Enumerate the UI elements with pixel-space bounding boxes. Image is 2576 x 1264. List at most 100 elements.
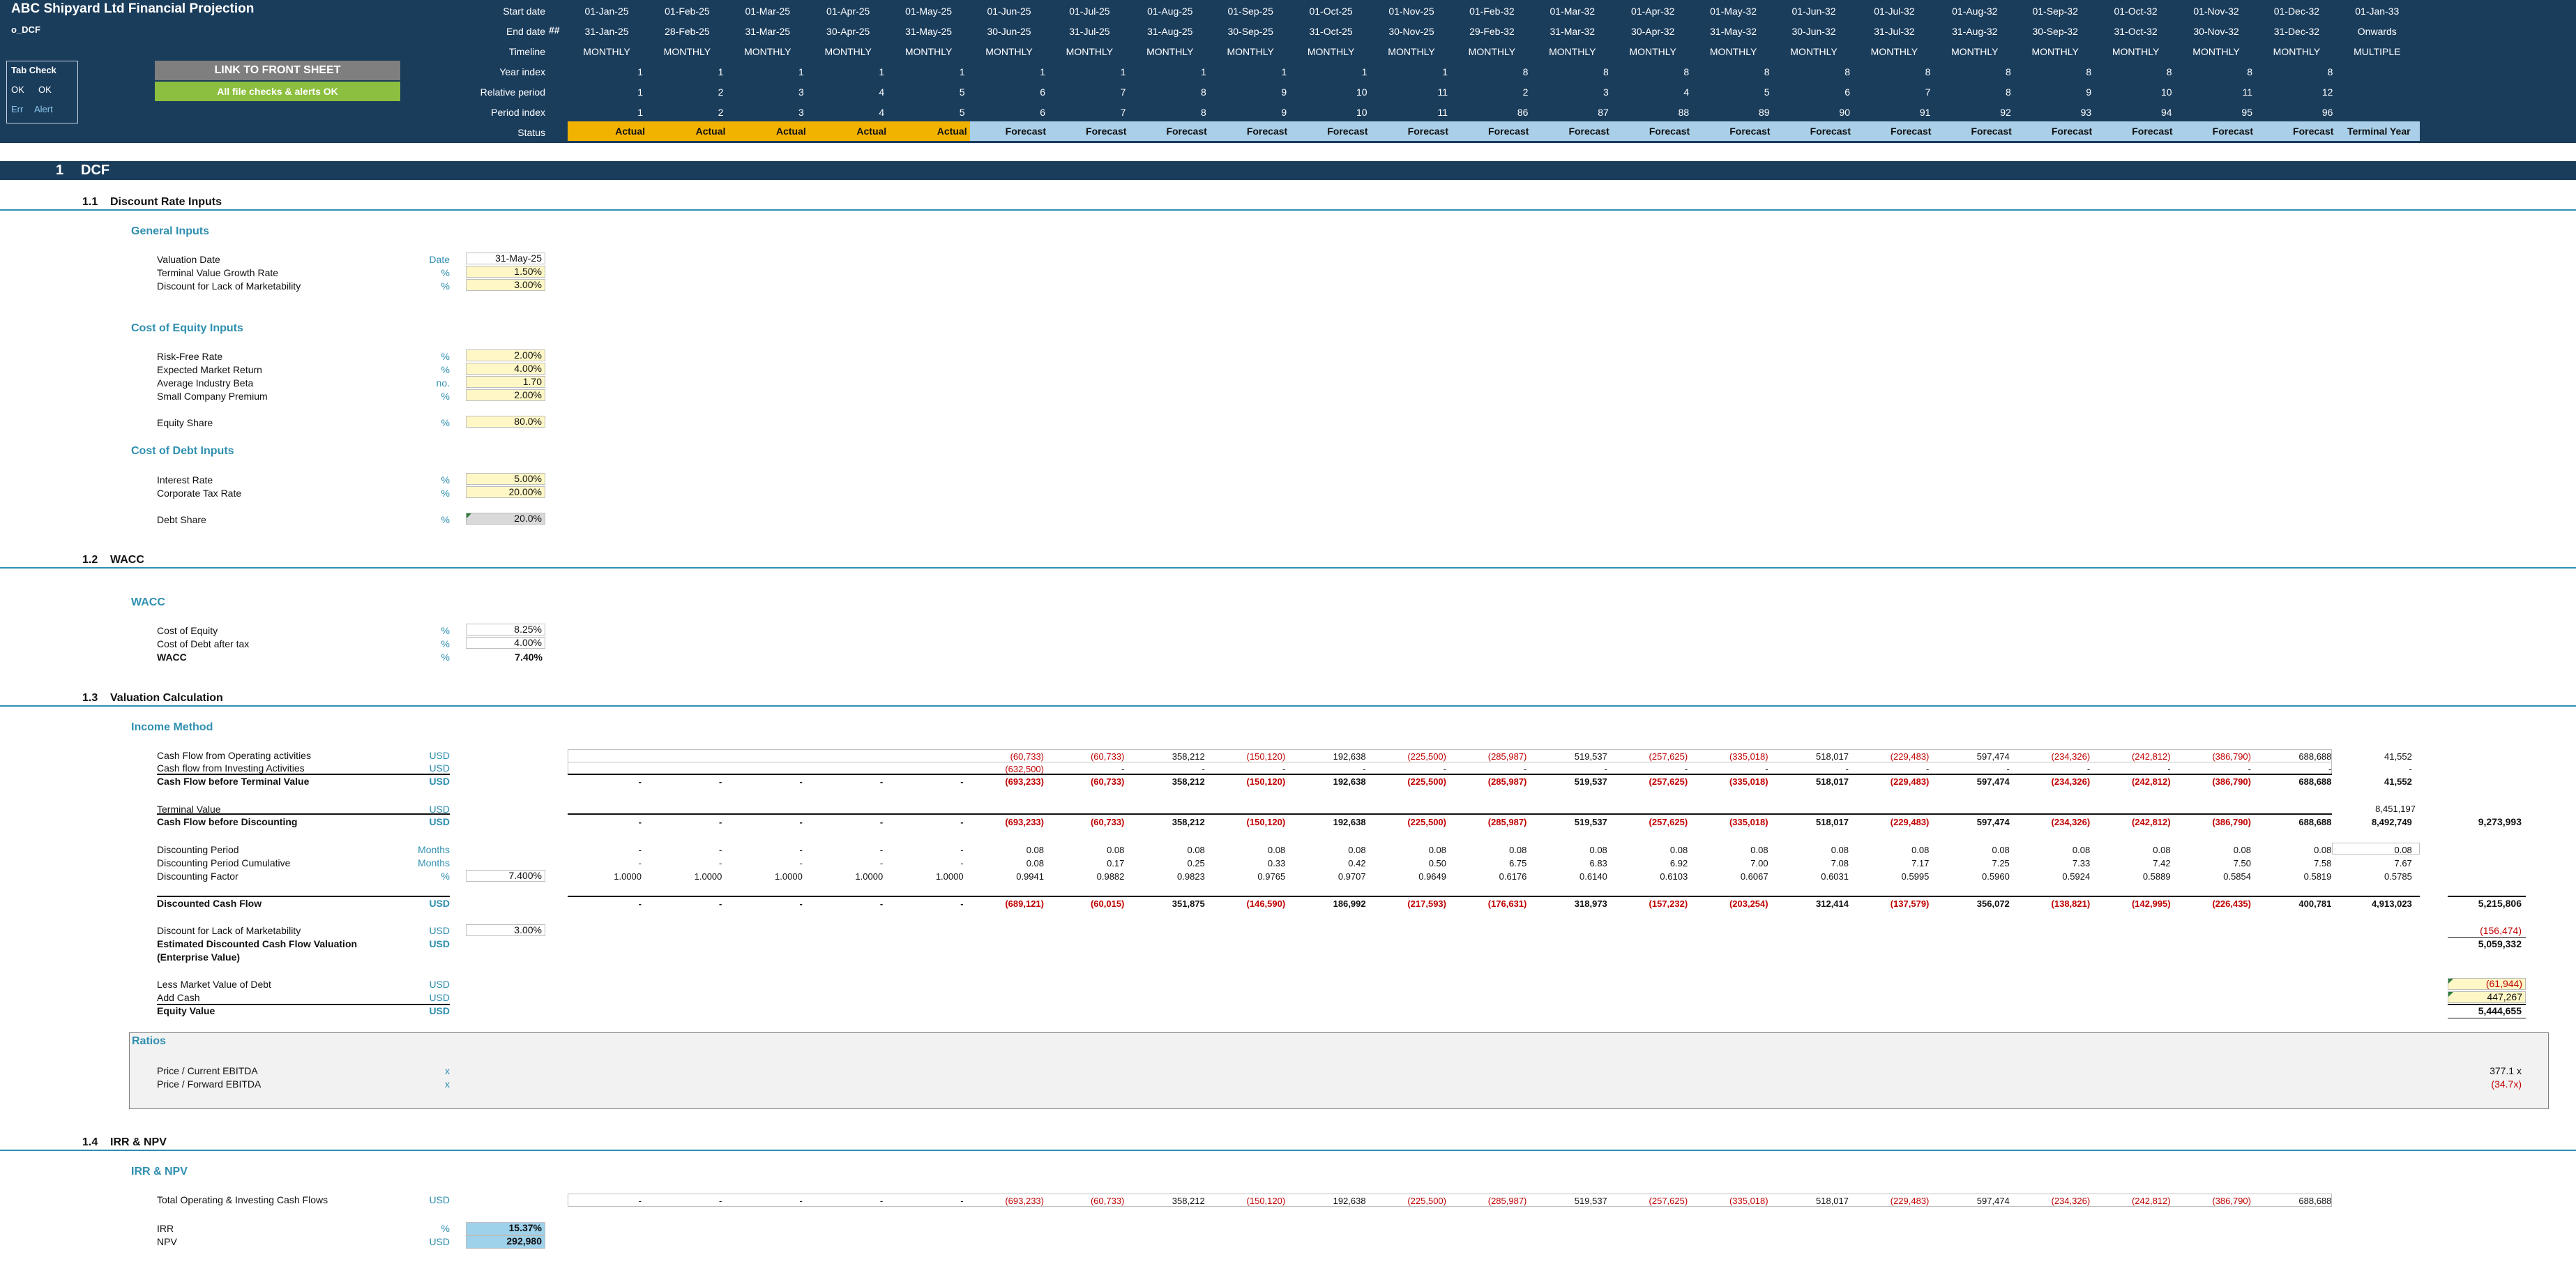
- input-risk-free[interactable]: 2.00%: [466, 349, 545, 361]
- total-cf-cell: 192,638: [1333, 1196, 1366, 1206]
- label-less-debt: Less Market Value of Debt: [157, 979, 271, 990]
- comment-marker-icon: [467, 513, 471, 518]
- input-dlom[interactable]: 3.00%: [466, 279, 545, 291]
- start-date-cell: 01-Jan-33: [2355, 6, 2400, 17]
- total-cf-cell: 358,212: [1172, 1196, 1205, 1206]
- total-equity-value: 5,444,655: [2478, 1005, 2522, 1016]
- input-small-premium[interactable]: 2.00%: [466, 389, 545, 401]
- input-interest-rate[interactable]: 5.00%: [466, 473, 545, 485]
- cfbd-cell: (234,326): [2051, 817, 2091, 827]
- cfbtv-cell: (285,987): [1487, 776, 1527, 787]
- label-disc-period-cum: Discounting Period Cumulative: [157, 857, 291, 868]
- disc-factor-cell: 0.9765: [1257, 871, 1286, 882]
- start-date-cell: 01-Mar-32: [1550, 6, 1596, 17]
- disc-factor-cell: 0.9649: [1418, 871, 1446, 882]
- end-date-cell: 31-Aug-25: [1147, 26, 1193, 37]
- dcf-cell: (157,232): [1649, 898, 1688, 909]
- cfi-cell: -: [2167, 764, 2171, 774]
- cfi-cell: -: [1684, 764, 1688, 774]
- cfbtv-cell: (335,018): [1729, 776, 1768, 787]
- timeline-cell: MONTHLY: [985, 46, 1033, 57]
- cfi-cell: (632,500): [1005, 764, 1044, 774]
- period-index-cell: 9: [1281, 107, 1287, 118]
- status-cell: Forecast: [2177, 121, 2259, 141]
- disc-period-cell: 0.08: [1107, 845, 1125, 855]
- disc-period-cum-cell: 0.50: [1428, 858, 1446, 868]
- input-market-value-debt[interactable]: (61,944): [2448, 978, 2526, 990]
- disc-factor-cell: 0.9823: [1177, 871, 1205, 882]
- input-terminal-growth[interactable]: 1.50%: [466, 266, 545, 278]
- dcf-cell: (217,593): [1407, 898, 1446, 909]
- end-date-cell: 31-Aug-32: [1952, 26, 1998, 37]
- group-income-method: Income Method: [131, 721, 213, 733]
- period-index-cell: 94: [2161, 107, 2172, 118]
- cfbtv-cell: (257,625): [1649, 776, 1688, 787]
- status-cell: Forecast: [1614, 121, 1696, 141]
- unit-price-forward-ebitda: x: [445, 1078, 450, 1090]
- disc-period-cum-cell: 0.08: [1026, 858, 1044, 868]
- terminal-value: 8,451,197: [2375, 804, 2416, 814]
- cfbtv-cell: (242,812): [2131, 776, 2171, 787]
- start-date-cell: 01-Mar-25: [745, 6, 791, 17]
- status-cell: Forecast: [1533, 121, 1615, 141]
- subsection-title-irr-npv: IRR & NPV: [110, 1136, 167, 1148]
- relative-period-cell: 11: [2242, 86, 2252, 98]
- label-dlom: Discount for Lack of Marketability: [157, 280, 301, 292]
- link-to-front-sheet-button[interactable]: LINK TO FRONT SHEET: [155, 61, 400, 80]
- disc-period-cum-cell: 7.08: [1831, 858, 1849, 868]
- dcf-cell: (689,121): [1005, 898, 1044, 909]
- input-valuation-date[interactable]: 31-May-25: [466, 253, 545, 264]
- cfi-cell: -: [2328, 764, 2332, 774]
- tab-check-box[interactable]: Tab Check OK OK Err Alert: [6, 61, 78, 123]
- unit-terminal-growth: %: [441, 267, 450, 278]
- cfbtv-cell: (60,733): [1090, 776, 1125, 787]
- year-index-cell: 8: [2086, 66, 2092, 77]
- input-tax-rate[interactable]: 20.00%: [466, 486, 545, 498]
- subsection-title-discount-rate: Discount Rate Inputs: [110, 196, 222, 208]
- file-checks-status-button[interactable]: All file checks & alerts OK: [155, 82, 400, 101]
- subsection-title-wacc: WACC: [110, 554, 144, 566]
- group-cost-of-debt: Cost of Debt Inputs: [131, 445, 234, 457]
- section-title: DCF: [81, 163, 110, 178]
- total-cf-cell: 518,017: [1816, 1196, 1849, 1206]
- disc-period-cell: 0.08: [2153, 845, 2171, 855]
- disc-factor-cell: 1.0000: [614, 871, 642, 882]
- relative-period-cell: 6: [1040, 86, 1045, 98]
- year-index-cell: 8: [1522, 66, 1529, 77]
- period-index-cell: 11: [1437, 107, 1448, 118]
- total-cf-cell: 597,474: [1976, 1196, 2010, 1206]
- unit-cfbd: USD: [429, 816, 450, 827]
- input-industry-beta[interactable]: 1.70: [466, 376, 545, 388]
- status-cell: Forecast: [1935, 121, 2017, 141]
- header-row-label: Start date: [503, 6, 545, 17]
- disc-factor-rate[interactable]: 7.400%: [466, 870, 545, 882]
- input-equity-share[interactable]: 80.0%: [466, 416, 545, 428]
- relative-period-cell: 3: [798, 86, 804, 98]
- timeline-cell: MONTHLY: [1629, 46, 1676, 57]
- unit-cfi: USD: [429, 762, 450, 774]
- start-date-cell: 01-Feb-32: [1469, 6, 1515, 17]
- end-date-cell: 31-Dec-32: [2273, 26, 2320, 37]
- disc-period-cell: -: [879, 845, 884, 855]
- end-date-cell: 28-Feb-25: [665, 26, 710, 37]
- disc-factor-cell: 0.6176: [1499, 871, 1527, 882]
- input-debt-share[interactable]: 20.0%: [466, 513, 545, 525]
- start-date-cell: 01-Feb-25: [665, 6, 710, 17]
- input-add-cash[interactable]: 447,267: [2448, 991, 2526, 1003]
- year-index-cell: 8: [1764, 66, 1770, 77]
- cfi-cell: -: [1926, 764, 1930, 774]
- cfi-cell: -: [1282, 764, 1286, 774]
- label-dcf: Discounted Cash Flow: [157, 898, 262, 909]
- period-index-cell: 91: [1919, 107, 1931, 118]
- label-est-dcf: Estimated Discounted Cash Flow Valuation: [157, 938, 358, 949]
- start-date-cell: 01-Apr-32: [1631, 6, 1675, 17]
- total-dlom: (156,474): [2480, 925, 2522, 936]
- dcf-cell: 186,992: [1333, 898, 1366, 909]
- year-index-cell: 1: [1442, 66, 1448, 77]
- total-cf-cell: 688,688: [2298, 1196, 2332, 1206]
- cfbd-cell: (229,483): [1890, 817, 1930, 827]
- dcf-cell: (226,435): [2212, 898, 2251, 909]
- input-market-return[interactable]: 4.00%: [466, 363, 545, 375]
- timeline-cell: MONTHLY: [1146, 46, 1194, 57]
- disc-period-cell: 0.08: [1911, 845, 1930, 855]
